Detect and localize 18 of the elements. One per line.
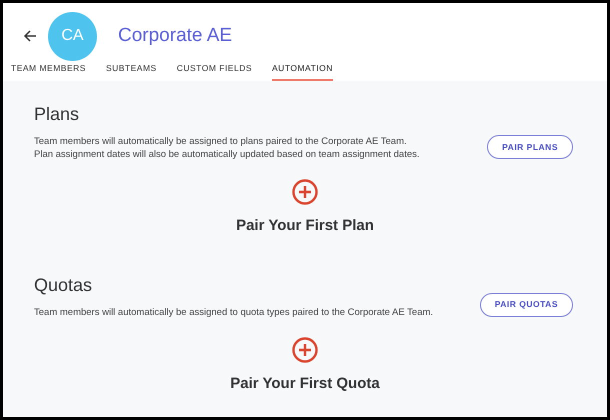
add-icon[interactable]: [292, 179, 318, 205]
avatar: CA: [48, 12, 97, 61]
description-text: Team members will automatically be assigned to plans paired to the Corporate AE Team.: [34, 135, 408, 148]
section-title: Plans: [34, 103, 80, 125]
back-arrow-icon[interactable]: [23, 29, 37, 44]
pair-button[interactable]: PAIR PLANS: [487, 135, 573, 159]
empty-state-heading: Pair Your First Plan: [236, 216, 374, 236]
tab[interactable]: AUTOMATION: [272, 61, 333, 81]
add-icon[interactable]: [292, 336, 318, 362]
team-title: Corporate AE: [118, 24, 232, 48]
description-text: Team members will automatically be assigned to quota types paired to the Corporate AE Team.: [34, 306, 434, 318]
tab[interactable]: CUSTOM FIELDS: [176, 61, 252, 81]
empty-state-heading: Pair Your First Quota: [230, 374, 380, 394]
tab[interactable]: TEAM MEMBERS: [11, 61, 86, 81]
tab[interactable]: SUBTEAMS: [106, 61, 157, 81]
description-text: Plan assignment dates will also be automatically updated based on team assignment dates.: [34, 148, 420, 161]
pair-button[interactable]: PAIR QUOTAS: [480, 292, 573, 316]
section-title: Quotas: [34, 274, 94, 296]
